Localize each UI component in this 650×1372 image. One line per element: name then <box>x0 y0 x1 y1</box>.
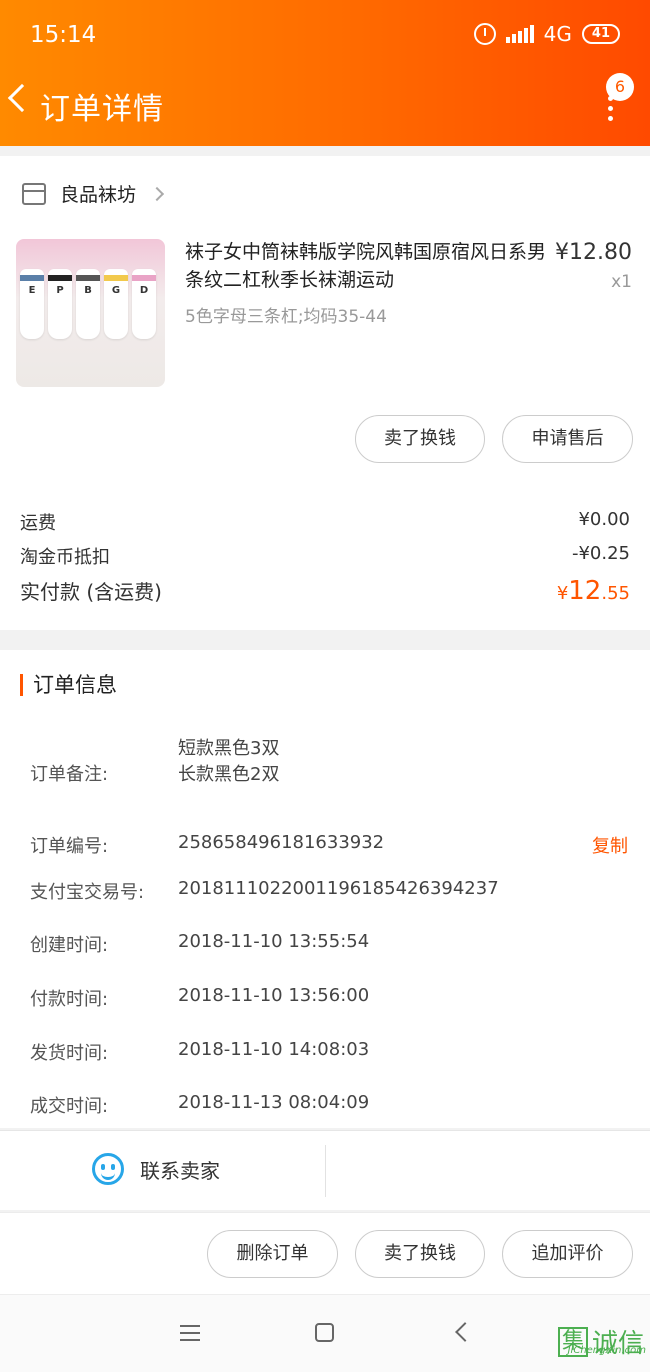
store-icon <box>22 182 46 205</box>
contact-seller-button[interactable]: 联系卖家 <box>92 1153 220 1185</box>
sock-image: G <box>104 269 128 339</box>
done-value: 2018-11-13 08:04:09 <box>178 1092 370 1113</box>
total-label: 实付款 (含运费) <box>20 580 162 604</box>
shipped-label: 发货时间: <box>30 1043 109 1064</box>
total-row: 实付款 (含运费) ¥12.55 <box>20 576 630 606</box>
total-value: ¥12.55 <box>556 576 630 606</box>
battery-icon: 41 <box>581 24 620 44</box>
order-info-card: 订单信息 订单备注: 短款黑色3双 长款黑色2双 订单编号: 258658496… <box>0 650 650 1128</box>
status-icons: 4G 41 <box>473 22 620 46</box>
shop-name: 良品袜坊 <box>60 184 137 206</box>
nav-back-icon[interactable] <box>455 1322 475 1342</box>
remark-line-1: 短款黑色3双 <box>178 738 280 759</box>
remark-line-2: 长款黑色2双 <box>178 764 280 785</box>
paid-label: 付款时间: <box>30 989 109 1010</box>
coin-value: -¥0.25 <box>571 543 630 564</box>
alipay-label: 支付宝交易号: <box>30 882 145 903</box>
chat-face-icon <box>92 1153 124 1185</box>
product-quantity: x1 <box>611 272 632 292</box>
page-title: 订单详情 <box>40 92 164 127</box>
coin-discount-row: 淘金币抵扣 -¥0.25 <box>20 543 630 569</box>
after-sale-button[interactable]: 申请售后 <box>502 415 633 463</box>
more-menu-icon[interactable] <box>600 96 620 122</box>
alipay-value: 2018111022001196185426394237 <box>178 878 499 899</box>
order-no-value: 258658496181633932 <box>178 832 385 853</box>
copy-button[interactable]: 复制 <box>592 832 628 858</box>
sell-button-bottom[interactable]: 卖了换钱 <box>355 1230 485 1278</box>
sell-button[interactable]: 卖了换钱 <box>355 415 485 463</box>
contact-bar: 联系卖家 <box>0 1130 650 1210</box>
system-nav-bar: 集诚信 JiChengXin.com <box>0 1294 650 1372</box>
add-review-button[interactable]: 追加评价 <box>502 1230 633 1278</box>
alarm-icon <box>473 23 496 45</box>
delete-order-button[interactable]: 删除订单 <box>207 1230 338 1278</box>
done-label: 成交时间: <box>30 1096 109 1117</box>
created-label: 创建时间: <box>30 935 109 956</box>
sock-image: B <box>76 269 100 339</box>
shipped-value: 2018-11-10 14:08:03 <box>178 1039 370 1060</box>
divider <box>325 1145 326 1197</box>
shipping-label: 运费 <box>20 513 56 534</box>
section-title: 订单信息 <box>20 674 117 696</box>
shop-link[interactable]: 良品袜坊 <box>22 180 165 207</box>
status-time: 15:14 <box>30 22 97 48</box>
order-item-card: 良品袜坊 E P B G D 袜子女中筒袜韩版学院风韩国原宿风日系男条纹二杠秋季… <box>0 156 650 630</box>
product-thumbnail[interactable]: E P B G D <box>16 239 165 387</box>
product-spec: 5色字母三条杠;均码35-44 <box>185 307 387 327</box>
shipping-value: ¥0.00 <box>578 509 630 530</box>
back-arrow-icon[interactable] <box>7 83 37 113</box>
created-value: 2018-11-10 13:55:54 <box>178 931 370 952</box>
signal-icon <box>505 25 534 43</box>
shipping-row: 运费 ¥0.00 <box>20 509 630 535</box>
coin-label: 淘金币抵扣 <box>20 547 110 568</box>
remark-label: 订单备注: <box>30 764 109 785</box>
sock-image: D <box>132 269 156 339</box>
home-icon[interactable] <box>315 1323 334 1342</box>
chevron-right-icon <box>149 186 165 201</box>
bottom-action-bar: 删除订单 卖了换钱 追加评价 <box>0 1212 650 1294</box>
paid-value: 2018-11-10 13:56:00 <box>178 985 370 1006</box>
menu-icon[interactable] <box>180 1325 200 1346</box>
order-no-label: 订单编号: <box>30 836 109 857</box>
contact-seller-label: 联系卖家 <box>140 1158 220 1183</box>
product-price: ¥12.80 <box>555 240 632 265</box>
sock-image: P <box>48 269 72 339</box>
watermark-url: JiChengXin.com <box>567 1345 646 1356</box>
sock-image: E <box>20 269 44 339</box>
network-type: 4G <box>543 22 572 46</box>
header-bar: 15:14 4G 41 订单详情 6 <box>0 0 650 146</box>
product-name[interactable]: 袜子女中筒袜韩版学院风韩国原宿风日系男条纹二杠秋季长袜潮运动 <box>185 238 547 294</box>
